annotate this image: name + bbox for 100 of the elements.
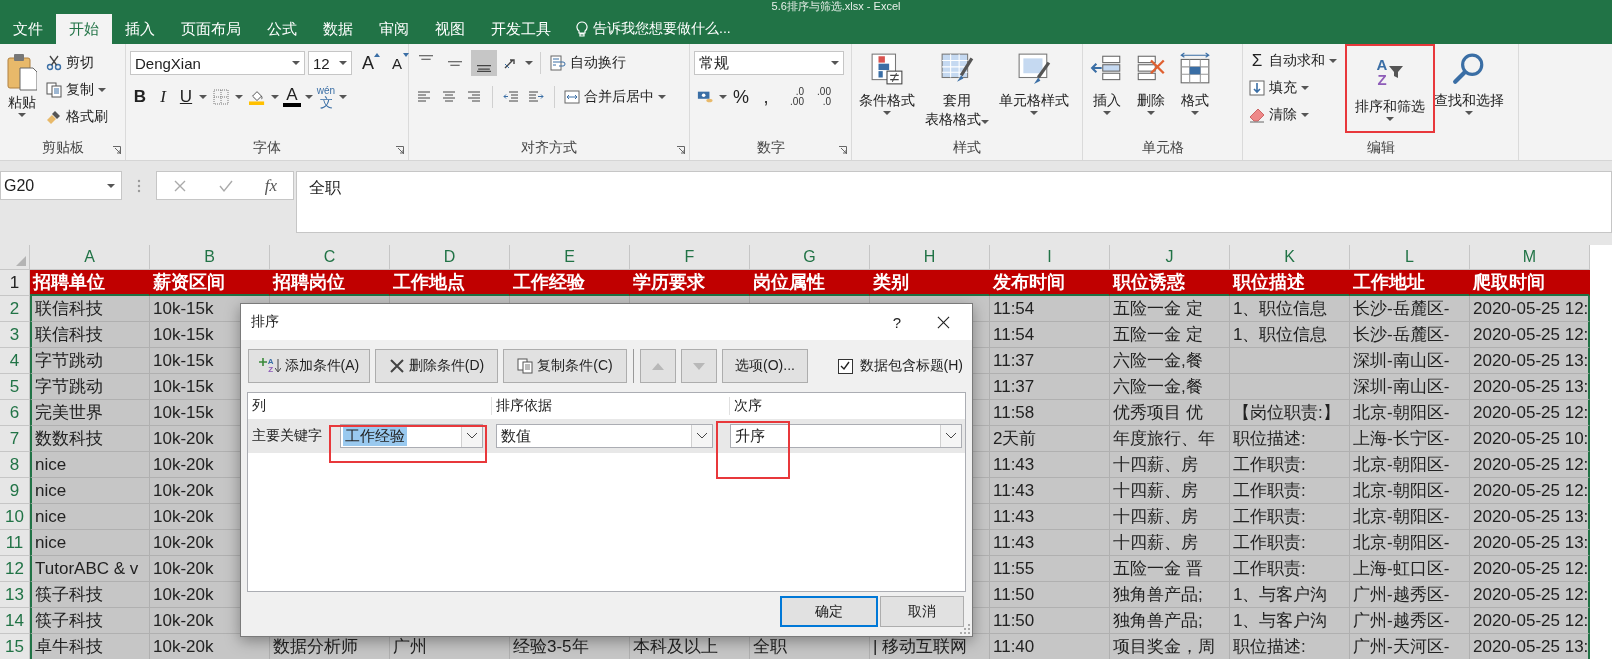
add-level-button[interactable]: A Z 添加条件(A) xyxy=(248,349,370,383)
row-header[interactable]: 8 xyxy=(0,452,30,478)
phonetic-guide-button[interactable]: wén 文 xyxy=(316,85,336,109)
column-header[interactable]: D xyxy=(390,245,510,270)
column-header[interactable]: F xyxy=(630,245,750,270)
clear-button[interactable]: 清除 xyxy=(1247,102,1339,127)
increase-decimal-button[interactable]: .0 .00 xyxy=(780,87,804,107)
launcher-icon[interactable] xyxy=(113,146,121,154)
delete-cells-button[interactable]: 删除 xyxy=(1131,50,1171,117)
column-header[interactable]: K xyxy=(1230,245,1350,270)
format-cells-button[interactable]: 格式 xyxy=(1175,50,1215,117)
ribbon-tab[interactable]: 公式 xyxy=(254,14,310,44)
row-header[interactable]: 10 xyxy=(0,504,30,530)
select-all-corner[interactable] xyxy=(0,245,30,270)
autosum-button[interactable]: Σ 自动求和 xyxy=(1247,48,1339,73)
ribbon-tab[interactable]: 文件 xyxy=(0,14,56,44)
formula-field[interactable]: 全职 xyxy=(296,171,1612,233)
italic-button[interactable]: I xyxy=(153,85,173,109)
bold-button[interactable]: B xyxy=(130,85,150,109)
copy-button[interactable]: 复制 xyxy=(44,77,110,102)
ok-button[interactable]: 确定 xyxy=(780,596,878,627)
borders-icon[interactable] xyxy=(213,89,229,105)
help-button[interactable]: ? xyxy=(892,313,901,331)
ribbon-tab[interactable]: 视图 xyxy=(422,14,478,44)
row-header[interactable]: 5 xyxy=(0,374,30,400)
row-header[interactable]: 2 xyxy=(0,296,30,322)
column-header[interactable]: H xyxy=(870,245,990,270)
row-header[interactable]: 7 xyxy=(0,426,30,452)
paste-button[interactable]: 粘贴 xyxy=(4,50,40,119)
insert-cells-button[interactable]: 插入 xyxy=(1087,50,1127,117)
resize-grip-icon[interactable] xyxy=(960,624,970,634)
fill-button[interactable]: 填充 xyxy=(1247,75,1339,100)
number-format-field[interactable]: 常规 xyxy=(694,51,844,75)
row-header[interactable]: 12 xyxy=(0,556,30,582)
name-box[interactable]: G20 xyxy=(0,171,122,200)
ribbon-tab[interactable]: 开始 xyxy=(56,14,112,44)
column-header[interactable]: L xyxy=(1350,245,1470,270)
decrease-decimal-button[interactable]: .00 .0 xyxy=(807,87,831,107)
cut-button[interactable]: 剪切 xyxy=(44,50,110,75)
row-header[interactable]: 3 xyxy=(0,322,30,348)
column-header[interactable]: E xyxy=(510,245,630,270)
launcher-icon[interactable] xyxy=(839,146,847,154)
row-header[interactable]: 15 xyxy=(0,634,30,659)
launcher-icon[interactable] xyxy=(396,146,404,154)
cancel-button[interactable]: 取消 xyxy=(880,596,964,627)
row-header[interactable]: 14 xyxy=(0,608,30,634)
row-header[interactable]: 9 xyxy=(0,478,30,504)
ribbon-tab[interactable]: 页面布局 xyxy=(168,14,254,44)
row-header[interactable]: 4 xyxy=(0,348,30,374)
ribbon-tab[interactable]: 数据 xyxy=(310,14,366,44)
find-select-button[interactable]: 查找和选择 xyxy=(1431,50,1507,117)
insert-function-button[interactable]: fx xyxy=(264,175,278,196)
row-header[interactable]: 13 xyxy=(0,582,30,608)
copy-level-button[interactable]: 复制条件(C) xyxy=(503,349,627,383)
shrink-font-button[interactable]: A xyxy=(384,51,410,75)
cancel-icon[interactable] xyxy=(172,178,187,193)
grow-font-button[interactable]: A xyxy=(355,51,381,75)
checkmark-icon[interactable] xyxy=(218,178,233,193)
vertical-align-button[interactable] xyxy=(471,50,497,76)
wrap-text-button[interactable]: 自动换行 xyxy=(548,50,628,76)
align-left-icon[interactable] xyxy=(416,89,432,105)
conditional-format-button[interactable]: 条件格式 xyxy=(856,50,918,117)
column-header[interactable]: G xyxy=(750,245,870,270)
format-painter-button[interactable]: 格式刷 xyxy=(44,104,110,129)
close-icon[interactable] xyxy=(937,315,950,329)
options-button[interactable]: 选项(O)... xyxy=(722,349,808,383)
merge-center-button[interactable]: 合并后居中 xyxy=(562,84,668,110)
column-header[interactable]: C xyxy=(270,245,390,270)
column-header[interactable]: B xyxy=(150,245,270,270)
decrease-indent-icon[interactable] xyxy=(503,89,519,105)
column-header[interactable]: A xyxy=(30,245,150,270)
percent-button[interactable]: % xyxy=(730,85,752,109)
sort-level-row[interactable]: 主要关键字 工作经验 数值 升序 xyxy=(248,419,965,453)
delete-level-button[interactable]: 删除条件(D) xyxy=(375,349,498,383)
ribbon-tab[interactable]: 审阅 xyxy=(366,14,422,44)
sort-on-dropdown[interactable]: 数值 xyxy=(496,424,713,448)
ribbon-tab[interactable]: 插入 xyxy=(112,14,168,44)
cell-styles-button[interactable]: 单元格样式 xyxy=(996,50,1072,117)
order-dropdown[interactable]: 升序 xyxy=(730,424,962,448)
currency-icon[interactable] xyxy=(697,89,713,105)
row-header[interactable]: 11 xyxy=(0,530,30,556)
underline-button[interactable]: U xyxy=(176,85,196,109)
column-header[interactable]: I xyxy=(990,245,1110,270)
tell-me-field[interactable]: 告诉我您想要做什么... xyxy=(576,14,731,44)
align-right-icon[interactable] xyxy=(466,89,482,105)
column-dropdown[interactable]: 工作经验 xyxy=(340,424,483,448)
column-header[interactable]: J xyxy=(1110,245,1230,270)
font-color-button[interactable]: A xyxy=(282,85,302,109)
row-header[interactable]: 6 xyxy=(0,400,30,426)
align-center-icon[interactable] xyxy=(441,89,457,105)
checkbox[interactable] xyxy=(837,358,853,374)
row-header[interactable]: 1 xyxy=(0,270,30,296)
fill-color-icon[interactable] xyxy=(249,89,265,105)
ribbon-tab[interactable]: 开发工具 xyxy=(478,14,564,44)
font-size-field[interactable]: 12 xyxy=(308,51,352,75)
launcher-icon[interactable] xyxy=(677,146,685,154)
increase-indent-icon[interactable] xyxy=(528,89,544,105)
format-as-table-button[interactable]: 套用 表格格式 xyxy=(922,50,992,130)
column-header[interactable]: M xyxy=(1470,245,1590,270)
font-name-field[interactable]: DengXian xyxy=(130,51,305,75)
